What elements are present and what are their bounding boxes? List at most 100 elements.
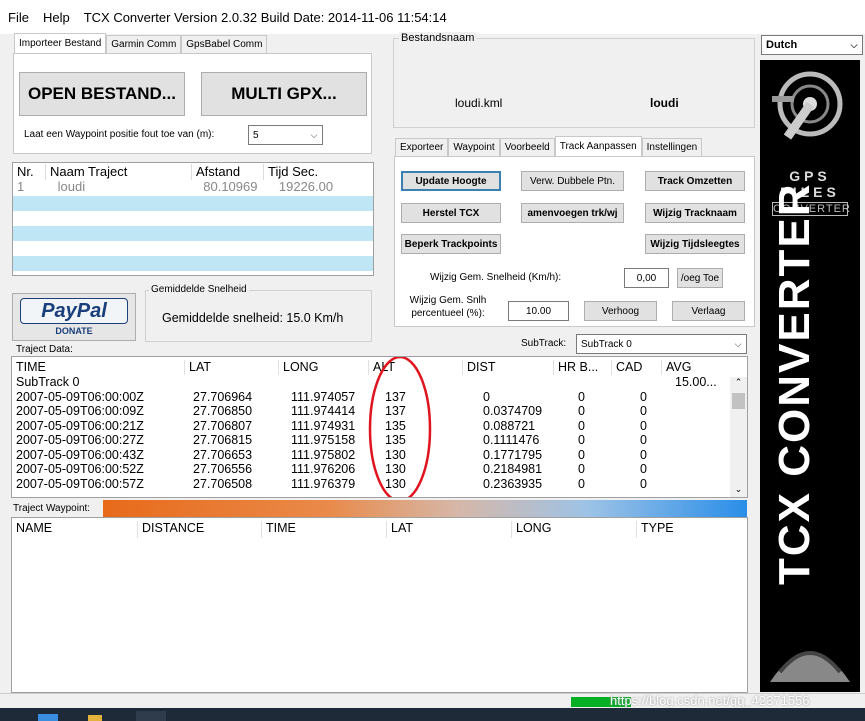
folder-icon[interactable] — [88, 715, 102, 721]
scroll-up-icon[interactable]: ⌃ — [730, 377, 747, 391]
tab-waypoint[interactable]: Waypoint — [448, 138, 500, 156]
traject-data-cell: 27.706508 — [193, 476, 253, 491]
col-cad[interactable]: CAD — [612, 360, 662, 375]
wijzig-tracknaam-button[interactable]: Wijzig Tracknaam — [645, 203, 745, 223]
col-nr[interactable]: Nr. — [13, 164, 46, 180]
traject-waypoint-label: Traject Waypoint: — [13, 503, 91, 514]
waypoint-tolerance-select[interactable]: 5 ⌵ — [248, 125, 323, 145]
traject-data-cell: 27.706653 — [193, 447, 253, 462]
traject-data-cell: 0 — [483, 389, 490, 404]
traject-data-cell: 2007-05-09T06:00:57Z — [16, 476, 144, 491]
taskbar-active-app-icon[interactable] — [136, 711, 166, 721]
paypal-donate-button[interactable]: PayPal DONATE — [12, 293, 136, 341]
tab-garmin-comm[interactable]: Garmin Comm — [106, 35, 182, 53]
tab-exporteer[interactable]: Exporteer — [395, 138, 449, 156]
col-tijd[interactable]: Tijd Sec. — [264, 164, 354, 180]
empty-row-stripe — [13, 255, 373, 271]
subtrack-group-avg: 15.00... — [675, 375, 717, 389]
menu-file[interactable]: File — [8, 10, 29, 25]
logo-gps-text: GPS — [789, 168, 831, 184]
traject-data-label: Traject Data: — [16, 344, 73, 355]
tab-importeer-bestand[interactable]: Importeer Bestand — [14, 33, 107, 53]
scroll-down-icon[interactable]: ⌄ — [730, 484, 747, 495]
traject-data-cell: 0 — [578, 418, 585, 433]
menu-bar: File Help TCX Converter Version 2.0.32 B… — [0, 0, 865, 34]
traject-data-cell: 0.1111476 — [483, 433, 540, 447]
multi-gpx-button[interactable]: MULTI GPX... — [201, 72, 367, 116]
empty-row — [13, 240, 373, 256]
herstel-tcx-button[interactable]: Herstel TCX — [401, 203, 501, 223]
tab-instellingen[interactable]: Instellingen — [641, 138, 703, 156]
track-row[interactable]: 1 loudi 80.10969 19226.00 — [13, 180, 373, 195]
tcx-logo-panel: GPS FILES CONVERTER TCX CONVERTER — [760, 60, 860, 692]
col-wp-long[interactable]: LONG — [512, 521, 637, 538]
speed-pct-label-1: Wijzig Gem. Snlh — [409, 295, 487, 306]
traject-data-cell: 2007-05-09T06:00:43Z — [16, 447, 144, 462]
traject-data-cell: 0.0374709 — [483, 404, 543, 418]
subtrack-group-name: SubTrack 0 — [16, 375, 80, 389]
col-time[interactable]: TIME — [12, 360, 185, 375]
update-hoogte-button[interactable]: Update Hoogte — [401, 171, 501, 191]
samenvoegen-button[interactable]: amenvoegen trk/wj — [521, 203, 624, 223]
subtrack-select[interactable]: SubTrack 0 ⌵ — [576, 334, 747, 354]
speed-pct-label-2: percentueel (%): — [411, 308, 485, 319]
language-select[interactable]: Dutch ⌵ — [761, 35, 863, 55]
traject-data-grid[interactable]: TIME LAT LONG ALT DIST HR B... CAD AVG S… — [11, 356, 748, 498]
tab-track-aanpassen[interactable]: Track Aanpassen — [554, 136, 642, 156]
track-list[interactable]: Nr. Naam Traject Afstand Tijd Sec. 1 lou… — [12, 162, 374, 276]
col-avg[interactable]: AVG — [662, 360, 722, 375]
traject-data-cell: 0.088721 — [483, 418, 536, 433]
col-naam[interactable]: Naam Traject — [46, 164, 192, 180]
traject-data-cell: 27.706964 — [193, 389, 253, 404]
waypoint-tolerance-label: Laat een Waypoint positie fout toe van (… — [24, 129, 215, 140]
col-hr[interactable]: HR B... — [554, 360, 612, 375]
traject-data-cell: 0 — [578, 447, 585, 462]
traject-data-cell: 0 — [578, 433, 585, 447]
empty-row — [13, 210, 373, 226]
voeg-toe-button[interactable]: /oeg Toe — [677, 268, 723, 288]
col-lat[interactable]: LAT — [185, 360, 279, 375]
left-tab-strip: Importeer Bestand Garmin Comm GpsBabel C… — [14, 33, 268, 53]
chevron-down-icon: ⌵ — [734, 338, 742, 349]
verhoog-button[interactable]: Verhoog — [584, 301, 657, 321]
wijzig-tijdsleegtes-button[interactable]: Wijzig Tijdsleegtes — [645, 234, 745, 254]
speed-pct-input[interactable]: 10.00 — [508, 301, 569, 321]
col-wp-time[interactable]: TIME — [262, 521, 387, 538]
beperk-trackpoints-button[interactable]: Beperk Trackpoints — [401, 234, 501, 254]
speed-input[interactable]: 0,00 — [624, 268, 669, 288]
window-title: TCX Converter Version 2.0.32 Build Date:… — [83, 9, 447, 25]
traject-data-cell: 0 — [640, 462, 647, 476]
col-wp-distance[interactable]: DISTANCE — [138, 521, 262, 538]
col-afstand[interactable]: Afstand — [192, 164, 264, 180]
traject-data-cell: 0 — [640, 476, 647, 491]
traject-data-cell: 27.706850 — [193, 404, 253, 418]
col-wp-type[interactable]: TYPE — [637, 521, 737, 538]
col-wp-lat[interactable]: LAT — [387, 521, 512, 538]
taskbar-app-icon[interactable] — [38, 714, 58, 721]
scroll-thumb[interactable] — [732, 393, 745, 409]
avg-speed-legend: Gemiddelde Snelheid — [149, 284, 249, 295]
traject-data-cell: 2007-05-09T06:00:21Z — [16, 418, 144, 433]
traject-data-cell: 0.2184981 — [483, 462, 543, 476]
track-row-afstand: 80.10969 — [203, 180, 258, 194]
paypal-donate-label: DONATE — [55, 326, 93, 336]
col-long[interactable]: LONG — [279, 360, 369, 375]
open-bestand-button[interactable]: OPEN BESTAND... — [19, 72, 185, 116]
traject-data-scrollbar[interactable]: ⌃ ⌄ — [730, 377, 747, 497]
empty-row-stripe — [13, 195, 373, 211]
tab-voorbeeld[interactable]: Voorbeeld — [499, 138, 555, 156]
traject-data-cell: 27.706815 — [193, 433, 253, 447]
traject-data-cell: 0 — [640, 447, 647, 462]
verlaag-button[interactable]: Verlaag — [672, 301, 745, 321]
track-omzetten-button[interactable]: Track Omzetten — [645, 171, 745, 191]
menu-help[interactable]: Help — [43, 10, 70, 25]
progress-gradient-bar — [103, 500, 747, 517]
traject-data-cell: 27.706556 — [193, 462, 253, 476]
watermark-text: https://blog.csdn.net/qq_42371556 — [610, 693, 810, 708]
track-row-tijd: 19226.00 — [278, 180, 334, 194]
col-wp-name[interactable]: NAME — [12, 521, 138, 538]
tab-gpsbabel-comm[interactable]: GpsBabel Comm — [181, 35, 268, 53]
col-dist[interactable]: DIST — [463, 360, 554, 375]
traject-waypoint-grid[interactable]: NAME DISTANCE TIME LAT LONG TYPE — [11, 517, 748, 693]
verw-dubbele-button[interactable]: Verw. Dubbele Ptn. — [521, 171, 624, 191]
